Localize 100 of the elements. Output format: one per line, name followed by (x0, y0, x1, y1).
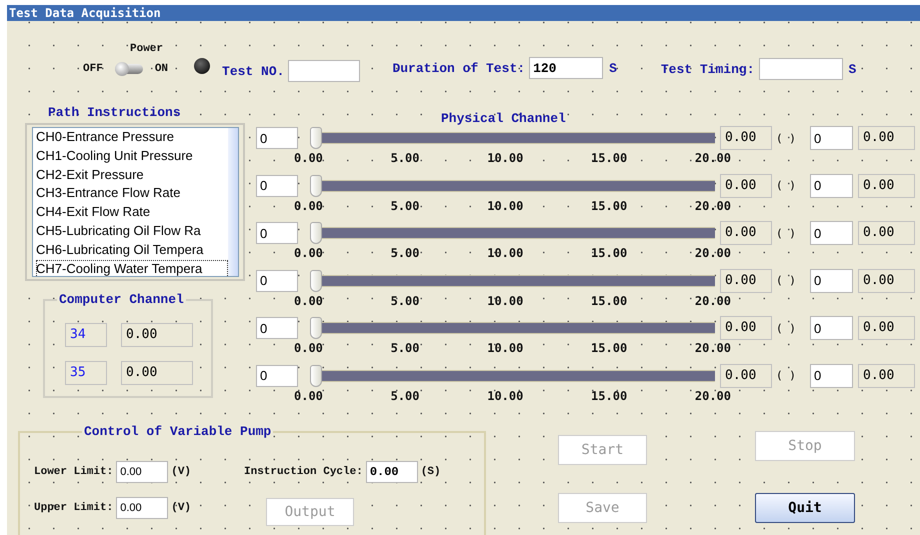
field-label: Test NO. (222, 64, 284, 78)
scale-label: 0.00 (294, 341, 323, 355)
list-box[interactable]: CH0-Entrance Pressure CH1-Cooling Unit Pressure CH2-Exit Pressure CH3-Entrance Flow Rate CH4-Exit Flow Rate CH5-Lubricating Oil Flow Ra CH6-Lubricating Oil Tempera CH7-Cooling Water Tempera (25, 123, 245, 281)
scale-label: 10.00 (487, 151, 524, 165)
input-field[interactable]: 0 (256, 364, 298, 386)
scale-label: 15.00 (591, 341, 628, 355)
scale-label: 5.00 (390, 388, 420, 402)
value-display: 0.00 (121, 361, 193, 385)
input-field[interactable]: 0 (256, 270, 298, 292)
scale-label: 5.00 (390, 246, 420, 260)
channel-number: 35 (65, 361, 107, 385)
scale-label: 20.00 (694, 294, 731, 308)
field-label: Instruction Cycle: (244, 466, 363, 478)
channel-number: 34 (65, 323, 107, 347)
input-field[interactable]: 0 (810, 316, 853, 340)
scale-label: 15.00 (591, 388, 628, 402)
input-field[interactable]: 0.00 (116, 461, 168, 483)
input-field[interactable]: 0 (256, 127, 298, 149)
scale-label: 20.00 (694, 341, 731, 355)
scale-label: 10.00 (487, 388, 524, 402)
scale-label: 5.00 (390, 198, 420, 212)
unit-label: (V) (171, 502, 192, 514)
unit-label: S (609, 60, 617, 76)
input-field[interactable]: 0 (810, 221, 853, 245)
input-field[interactable]: 120 (529, 57, 604, 79)
unit-label: (S) (420, 466, 441, 478)
unit-label: ( ) (776, 369, 797, 382)
scale-label: 5.00 (390, 341, 420, 355)
unit-label: ( ) (776, 322, 797, 334)
slider-thumb[interactable] (310, 174, 322, 196)
input-field[interactable]: 0 (810, 174, 853, 198)
scale-label: 15.00 (591, 246, 628, 260)
value-display: 0.00 (121, 323, 193, 347)
input-field[interactable]: 0 (810, 268, 853, 292)
reading-display: 0.00 (720, 221, 772, 245)
action-button[interactable]: Quit (755, 493, 855, 523)
slider-thumb[interactable] (310, 127, 322, 149)
input-field[interactable]: 0.00 (116, 497, 168, 519)
list-item[interactable]: CH3-Entrance Flow Rate (36, 184, 228, 204)
group-title: Computer Channel (57, 292, 186, 308)
slider-thumb[interactable] (310, 222, 322, 244)
reading-display: 0.00 (720, 174, 772, 198)
scale-label: 5.00 (390, 294, 420, 308)
unit-label: S (848, 62, 856, 76)
input-field[interactable]: 0 (810, 364, 853, 388)
scale-label: 5.00 (390, 151, 420, 165)
field-label: Duration of Test: (392, 60, 526, 76)
section-title: Path Instructions (48, 105, 182, 120)
value-display: 0.00 (858, 316, 915, 340)
power-switch[interactable] (114, 64, 143, 74)
scale-label: 0.00 (294, 151, 323, 165)
scale-label: 20.00 (694, 151, 731, 165)
scale-label: 15.00 (591, 198, 628, 212)
value-display: 0.00 (858, 364, 915, 388)
slider-thumb[interactable] (310, 317, 322, 339)
unit-label: ( ) (776, 226, 797, 240)
unit-label: (V) (171, 466, 192, 478)
input-field[interactable]: 0 (256, 222, 298, 244)
input-field[interactable]: 0 (256, 317, 298, 339)
list-item[interactable]: CH5-Lubricating Oil Flow Ra (36, 222, 228, 241)
power-label: Power (130, 43, 164, 55)
scale-label: 10.00 (487, 198, 524, 212)
input-field[interactable]: 0 (256, 174, 298, 196)
scale-label: 20.00 (694, 388, 731, 402)
off-label: OFF (83, 63, 103, 75)
group-title: Control of Variable Pump (82, 424, 274, 440)
list-item[interactable]: CH2-Exit Pressure (36, 166, 228, 184)
window-title: Test Data Acquisition (7, 5, 920, 21)
scale-label: 20.00 (694, 198, 731, 212)
scale-label: 0.00 (294, 246, 323, 260)
scale-label: 10.00 (487, 341, 524, 355)
scale-label: 0.00 (294, 294, 323, 308)
unit-label: ( ) (776, 132, 797, 144)
input-field[interactable]: 0.00 (366, 461, 418, 483)
reading-display: 0.00 (720, 316, 772, 340)
list-item[interactable]: CH6-Lubricating Oil Tempera (36, 240, 228, 260)
value-display: 0.00 (858, 126, 915, 150)
value-display: 0.00 (858, 221, 915, 245)
scrollbar[interactable] (228, 127, 239, 277)
field-label: Upper Limit: (34, 502, 114, 514)
slider-thumb[interactable] (310, 270, 322, 292)
field-label: Lower Limit: (34, 466, 114, 478)
unit-label: ( ) (776, 179, 797, 192)
list-item[interactable]: CH1-Cooling Unit Pressure (36, 146, 228, 166)
field-label: Test Timing: (660, 62, 754, 76)
input-field[interactable] (758, 58, 842, 80)
value-display: 0.00 (858, 174, 915, 198)
reading-display: 0.00 (720, 126, 772, 150)
slider-thumb[interactable] (310, 364, 322, 386)
scale-label: 20.00 (694, 246, 731, 260)
scale-label: 15.00 (591, 151, 628, 165)
scale-label: 15.00 (591, 294, 628, 308)
on-label: ON (154, 63, 168, 75)
list-item[interactable]: CH7-Cooling Water Tempera (36, 260, 228, 276)
list-item[interactable]: CH4-Exit Flow Rate (36, 203, 228, 222)
input-field[interactable]: 0 (810, 126, 853, 150)
unit-label: ( ) (776, 274, 797, 287)
input-field[interactable] (288, 60, 360, 82)
list-item[interactable]: CH0-Entrance Pressure (36, 128, 228, 147)
scale-label: 10.00 (487, 294, 524, 308)
